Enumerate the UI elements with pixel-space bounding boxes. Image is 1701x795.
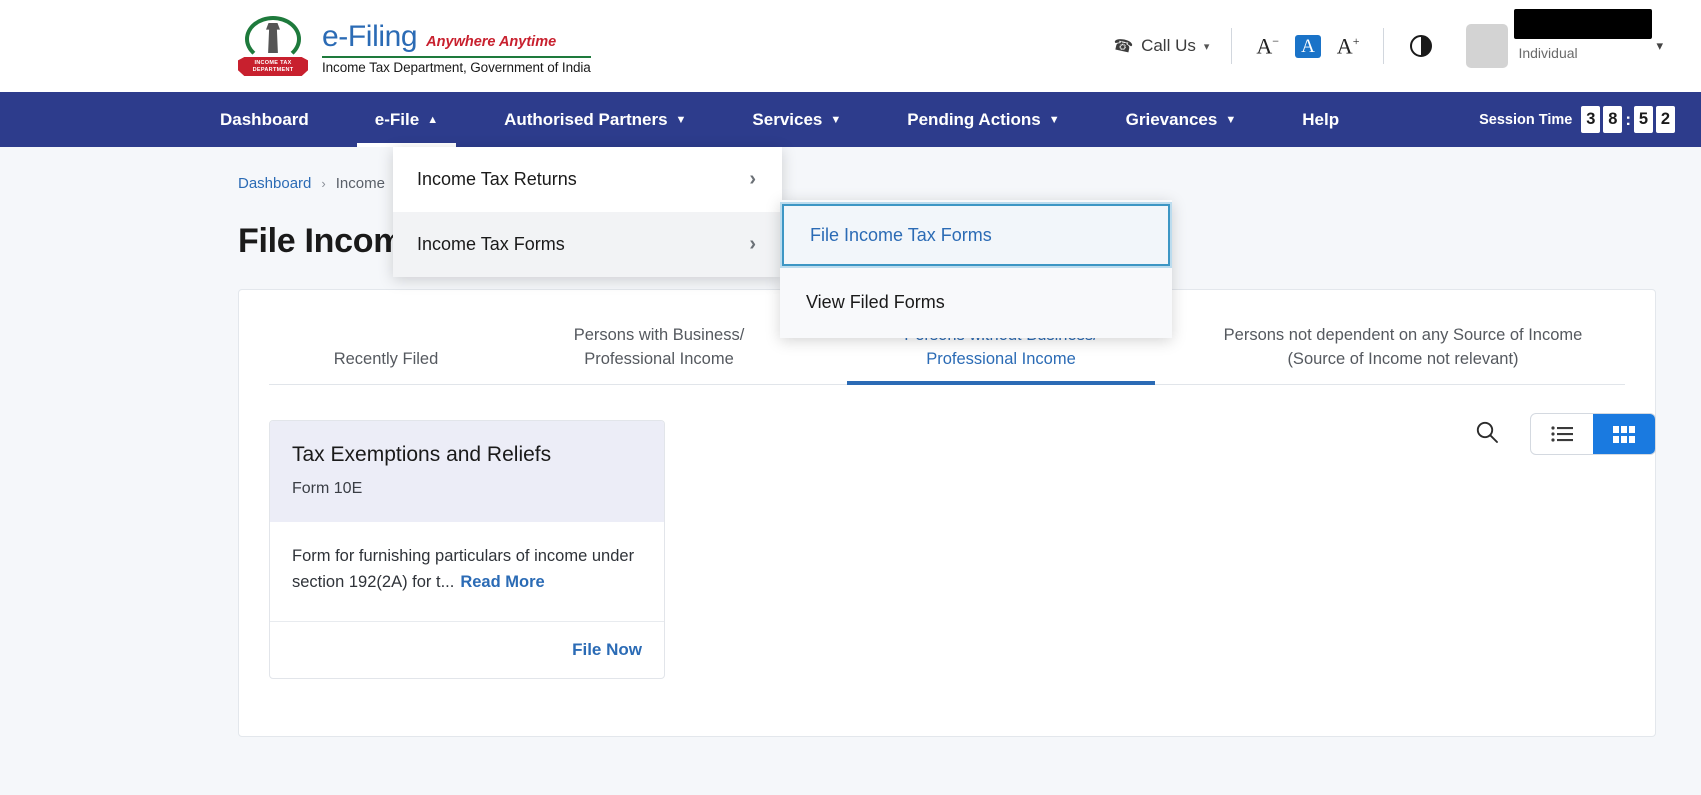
nav-label: Help <box>1302 110 1339 130</box>
breadcrumb-current: Income <box>336 175 385 192</box>
page-toolbar <box>1474 413 1656 455</box>
nav-item-grievances[interactable]: Grievances ▼ <box>1126 92 1237 147</box>
contrast-toggle-button[interactable] <box>1384 35 1458 57</box>
header-controls: ☎ Call Us ▾ A− A A+ Individual ▾ <box>1091 0 1663 92</box>
chevron-down-icon: ▾ <box>1656 38 1663 54</box>
font-size-controls: A− A A+ <box>1232 35 1383 58</box>
view-mode-toggle <box>1530 413 1656 455</box>
session-timer: Session Time 3 8 : 5 2 <box>1479 92 1675 147</box>
chevron-down-icon: ▼ <box>830 114 841 126</box>
income-tax-forms-submenu: File Income Tax Forms View Filed Forms <box>780 200 1172 338</box>
nav-item-e-file[interactable]: e-File ▲ <box>375 92 438 147</box>
chevron-down-icon: ▼ <box>1225 114 1236 126</box>
chevron-down-icon: ▼ <box>1049 114 1060 126</box>
submenu-item-view-filed-forms[interactable]: View Filed Forms <box>780 270 1172 334</box>
nav-items: Dashboard e-File ▲ Authorised Partners ▼… <box>220 92 1405 147</box>
nav-label: Authorised Partners <box>504 110 667 130</box>
menu-item-label: Income Tax Forms <box>417 234 565 255</box>
user-name-redacted <box>1514 9 1652 39</box>
nav-label: Pending Actions <box>907 110 1041 130</box>
e-file-dropdown-menu: Income Tax Returns › Income Tax Forms › <box>393 147 782 277</box>
font-decrease-button[interactable]: A− <box>1256 35 1279 57</box>
form-card-title: Tax Exemptions and Reliefs <box>292 443 642 467</box>
nav-label: Dashboard <box>220 110 309 130</box>
main-navigation: Dashboard e-File ▲ Authorised Partners ▼… <box>0 92 1701 147</box>
chevron-right-icon: › <box>749 168 756 191</box>
chevron-down-icon: ▾ <box>1204 40 1210 53</box>
nav-label: e-File <box>375 110 419 130</box>
contrast-icon <box>1410 35 1432 57</box>
avatar <box>1466 24 1508 68</box>
chevron-right-icon: › <box>749 233 756 256</box>
menu-item-income-tax-forms[interactable]: Income Tax Forms › <box>393 212 782 277</box>
nav-label: Services <box>752 110 822 130</box>
session-colon: : <box>1625 110 1631 130</box>
chevron-up-icon: ▲ <box>427 114 438 126</box>
form-card-header: Tax Exemptions and Reliefs Form 10E <box>270 421 664 522</box>
list-view-button[interactable] <box>1531 414 1593 454</box>
nav-item-authorised-partners[interactable]: Authorised Partners ▼ <box>504 92 686 147</box>
session-digit-2: 8 <box>1603 106 1622 133</box>
font-normal-button[interactable]: A <box>1295 35 1321 58</box>
nav-item-pending-actions[interactable]: Pending Actions ▼ <box>907 92 1059 147</box>
font-increase-button[interactable]: A+ <box>1337 35 1360 57</box>
session-digit-4: 2 <box>1656 106 1675 133</box>
session-time-label: Session Time <box>1479 112 1572 128</box>
tab-persons-with-business-income[interactable]: Persons with Business/ Professional Inco… <box>509 324 809 384</box>
phone-icon: ☎ <box>1111 34 1135 58</box>
tab-recently-filed[interactable]: Recently Filed <box>281 348 491 384</box>
form-card-description-wrap: Form for furnishing particulars of incom… <box>270 522 664 622</box>
file-now-button[interactable]: File Now <box>572 640 642 659</box>
nav-item-dashboard[interactable]: Dashboard <box>220 92 309 147</box>
nav-item-help[interactable]: Help <box>1302 92 1339 147</box>
national-emblem-icon: INCOME TAX DEPARTMENT <box>238 15 308 77</box>
search-icon[interactable] <box>1474 419 1500 450</box>
read-more-link[interactable]: Read More <box>460 573 544 591</box>
session-digit-3: 5 <box>1634 106 1653 133</box>
nav-item-services[interactable]: Services ▼ <box>752 92 841 147</box>
brand-department: Income Tax Department, Government of Ind… <box>322 60 591 75</box>
call-us-button[interactable]: ☎ Call Us ▾ <box>1091 36 1231 56</box>
breadcrumb-dashboard[interactable]: Dashboard <box>238 175 311 192</box>
brand-name: e-Filing <box>322 20 417 54</box>
nav-label: Grievances <box>1126 110 1218 130</box>
form-card-code: Form 10E <box>292 480 642 498</box>
top-header: INCOME TAX DEPARTMENT e-Filing Anywhere … <box>0 0 1701 92</box>
chevron-down-icon: ▼ <box>676 114 687 126</box>
forms-panel: Recently Filed Persons with Business/ Pr… <box>238 289 1656 737</box>
form-card[interactable]: Tax Exemptions and Reliefs Form 10E Form… <box>269 420 665 679</box>
brand-logo: INCOME TAX DEPARTMENT e-Filing Anywhere … <box>238 15 591 77</box>
breadcrumb-separator-icon: › <box>321 176 325 191</box>
menu-item-income-tax-returns[interactable]: Income Tax Returns › <box>393 147 782 212</box>
user-menu[interactable]: Individual ▾ <box>1466 24 1663 68</box>
submenu-item-file-income-tax-forms[interactable]: File Income Tax Forms <box>782 204 1170 266</box>
brand-divider <box>322 56 591 58</box>
form-card-footer: File Now <box>270 622 664 678</box>
call-us-label: Call Us <box>1141 36 1196 56</box>
tab-persons-not-dependent[interactable]: Persons not dependent on any Source of I… <box>1203 324 1603 384</box>
brand-tagline: Anywhere Anytime <box>426 34 556 50</box>
grid-view-button[interactable] <box>1593 414 1655 454</box>
emblem-ribbon-label: INCOME TAX DEPARTMENT <box>238 57 308 76</box>
menu-item-label: Income Tax Returns <box>417 169 577 190</box>
session-digit-1: 3 <box>1581 106 1600 133</box>
